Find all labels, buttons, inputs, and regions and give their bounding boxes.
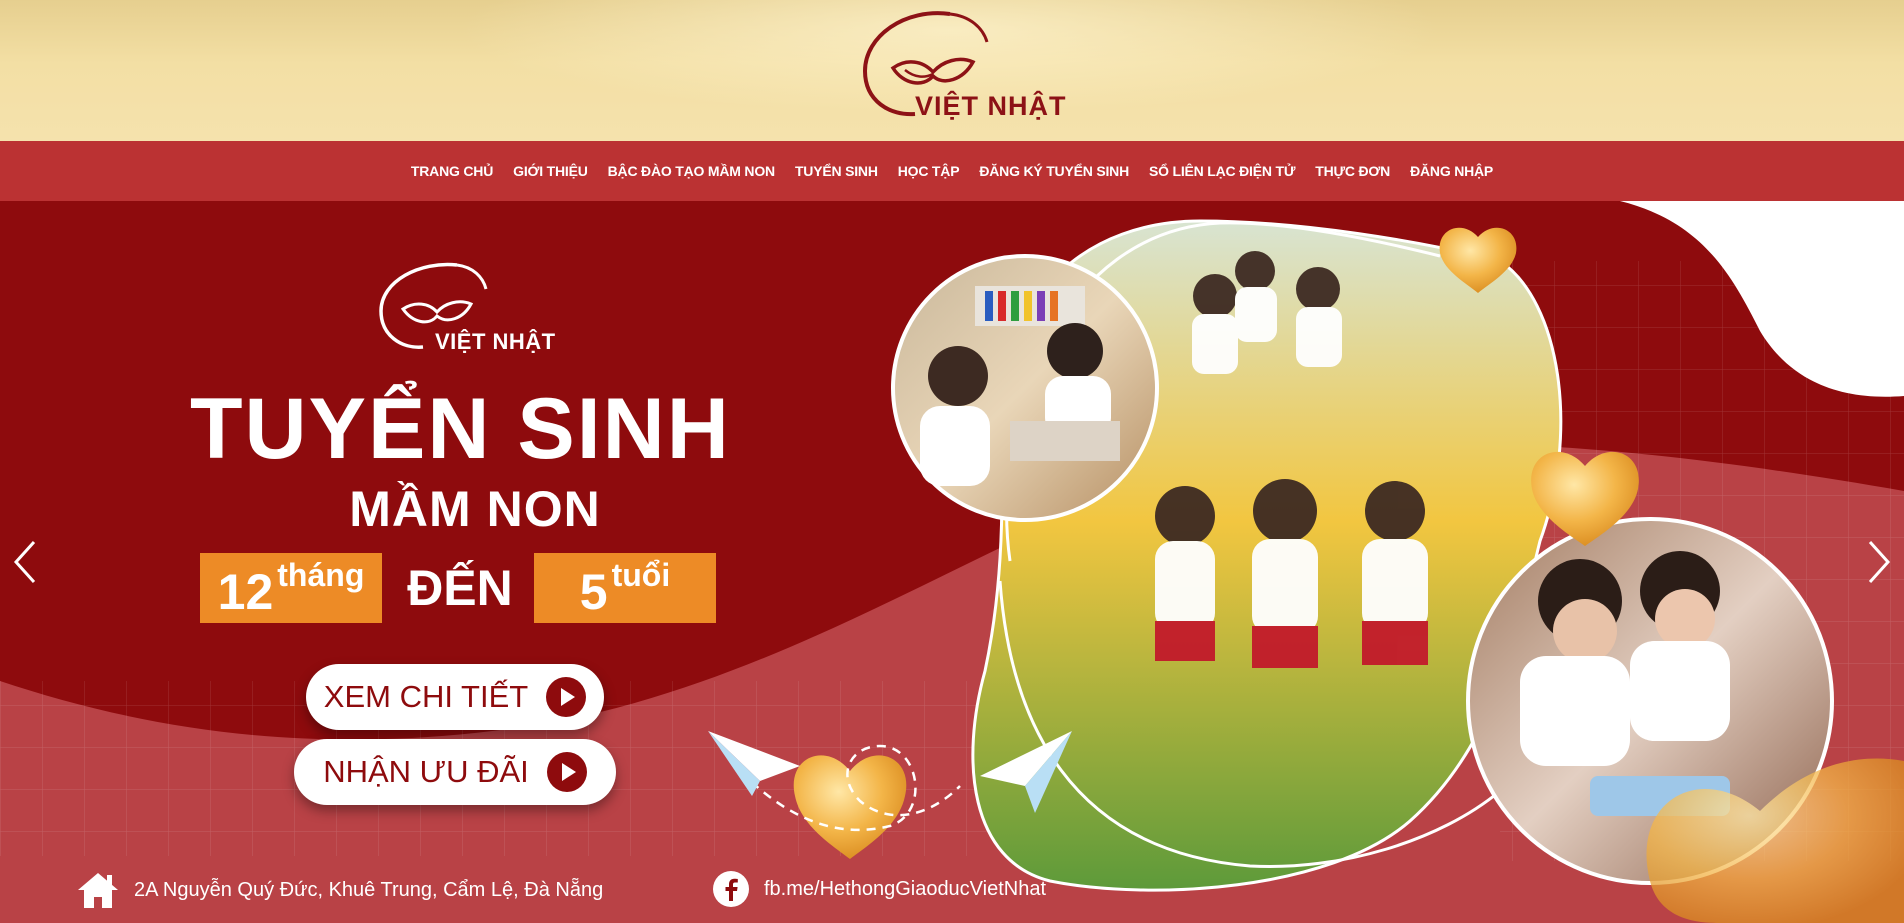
- carousel-next-button[interactable]: [1862, 536, 1898, 588]
- chevron-right-icon: [1868, 540, 1891, 584]
- hero-subtitle: MẦM NON: [349, 481, 601, 537]
- chevron-left-icon: [13, 540, 36, 584]
- play-icon: [546, 677, 587, 717]
- site-logo[interactable]: VIỆT NHẬT: [845, 6, 1066, 124]
- carousel-prev-button[interactable]: [6, 536, 42, 588]
- nav-item-e-contact-book[interactable]: SỔ LIÊN LẠC ĐIỆN TỬ: [1139, 163, 1305, 179]
- hero-title: TUYỂN SINH: [190, 381, 731, 477]
- get-offer-label: NHẬN ƯU ĐÃI: [323, 754, 529, 789]
- age-to-badge: 5 tuổi: [534, 553, 716, 623]
- home-icon: [78, 873, 118, 908]
- get-offer-button[interactable]: NHẬN ƯU ĐÃI: [294, 739, 616, 805]
- facebook-link[interactable]: fb.me/HethongGiaoducVietNhat: [712, 870, 1046, 908]
- view-details-label: XEM CHI TIẾT: [323, 679, 529, 714]
- nav-item-register[interactable]: ĐĂNG KÝ TUYỂN SINH: [969, 163, 1139, 179]
- hero-logo: VIỆT NHẬT: [375, 259, 555, 359]
- nav-item-home[interactable]: TRANG CHỦ: [401, 163, 503, 179]
- address-text: 2A Nguyễn Quý Đức, Khuê Trung, Cẩm Lệ, Đ…: [134, 878, 604, 901]
- age-from-badge: 12 tháng: [200, 553, 382, 623]
- age-connector: ĐẾN: [407, 560, 513, 616]
- age-from-unit: tháng: [277, 557, 365, 593]
- nav-item-preschool-levels[interactable]: BẬC ĐÀO TẠO MẦM NON: [598, 163, 785, 179]
- nav-item-login[interactable]: ĐĂNG NHẬP: [1400, 163, 1503, 179]
- view-details-button[interactable]: XEM CHI TIẾT: [306, 664, 604, 730]
- age-to-number: 5: [579, 564, 608, 620]
- nav-item-admissions[interactable]: TUYỂN SINH: [785, 163, 888, 179]
- site-header: VIỆT NHẬT: [0, 0, 1904, 141]
- hero-banner[interactable]: VIỆT NHẬT TUYỂN SINH MẦM NON 12 tháng ĐẾ…: [0, 201, 1904, 923]
- age-from-number: 12: [217, 564, 274, 620]
- nav-item-learning[interactable]: HỌC TẬP: [888, 163, 970, 179]
- facebook-icon: [713, 871, 749, 907]
- facebook-text: fb.me/HethongGiaoducVietNhat: [764, 877, 1047, 900]
- hero-contact-strip: 2A Nguyễn Quý Đức, Khuê Trung, Cẩm Lệ, Đ…: [0, 846, 1904, 923]
- logo-text: VIỆT NHẬT: [915, 91, 1067, 121]
- logo-text: VIỆT NHẬT: [435, 329, 556, 354]
- play-icon: [546, 752, 587, 792]
- main-nav: TRANG CHỦ GIỚI THIỆU BẬC ĐÀO TẠO MẦM NON…: [0, 141, 1904, 201]
- nav-item-menu[interactable]: THỰC ĐƠN: [1305, 163, 1400, 179]
- age-to-unit: tuổi: [611, 557, 671, 593]
- nav-item-about[interactable]: GIỚI THIỆU: [503, 163, 598, 179]
- address-info: 2A Nguyễn Quý Đức, Khuê Trung, Cẩm Lệ, Đ…: [76, 870, 603, 910]
